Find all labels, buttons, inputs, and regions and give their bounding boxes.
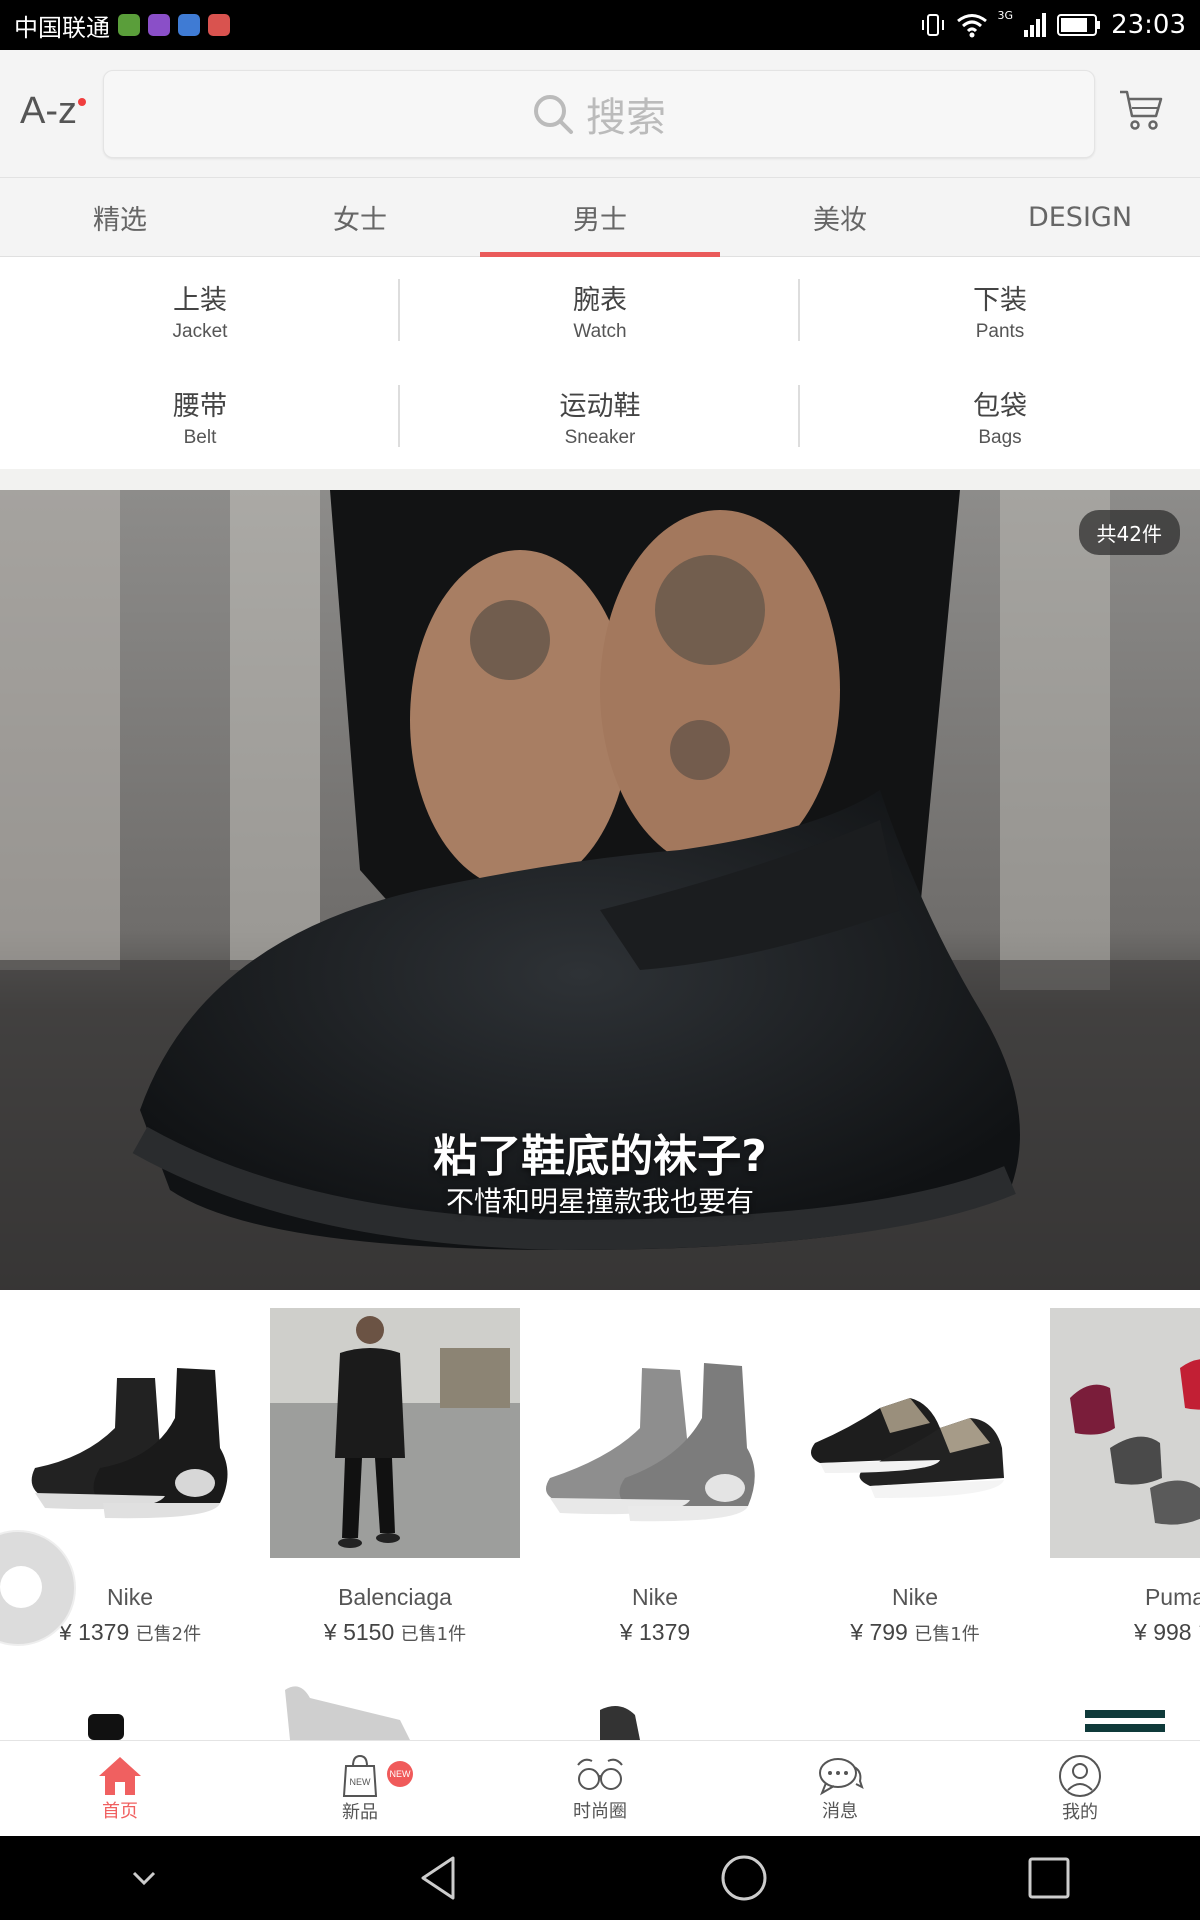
product-card[interactable]: Puma ¥ 998 已: [1050, 1308, 1200, 1646]
category-tabs: 精选 女士 男士 美妆 DESIGN: [0, 178, 1200, 257]
category-belt[interactable]: 腰带 Belt: [0, 363, 400, 469]
tab-beauty[interactable]: 美妆: [720, 178, 960, 256]
new-bag-icon: NEW: [342, 1754, 378, 1797]
category-label-zh: 包袋: [973, 390, 1027, 422]
category-label-zh: 下装: [973, 284, 1027, 316]
wifi-icon: [956, 14, 987, 38]
product-image: [5, 1308, 255, 1558]
product-sold-count: 已售1件: [400, 1624, 467, 1645]
app-header: A-z 搜索: [0, 50, 1200, 178]
network-type-label: 3G: [997, 8, 1014, 22]
cart-icon[interactable]: [1118, 88, 1164, 132]
back-icon[interactable]: [417, 1854, 461, 1902]
search-icon: [534, 95, 573, 134]
product-price: ¥ 1379: [619, 1619, 691, 1645]
banner-subtitle: 不惜和明星撞款我也要有: [445, 1185, 754, 1218]
tab-men[interactable]: 男士: [480, 178, 720, 257]
home-button-icon[interactable]: [719, 1853, 769, 1903]
status-bar: 中国联通 3G 23:03: [0, 0, 1200, 50]
nav-profile[interactable]: 我的: [960, 1741, 1200, 1837]
category-pants[interactable]: 下装 Pants: [800, 257, 1200, 363]
product-brand: Nike: [891, 1584, 938, 1610]
subcategory-grid: 上装 Jacket 腕表 Watch 下装 Pants 腰带 Belt 运动鞋 …: [0, 257, 1200, 469]
new-badge: NEW: [387, 1761, 413, 1787]
tab-featured[interactable]: 精选: [0, 178, 240, 256]
product-price: ¥ 1379: [58, 1619, 130, 1645]
bottom-navigation: 首页 NEW 新品 NEW 时尚圈 消息 我的: [0, 1740, 1200, 1837]
nav-label: 新品: [342, 1802, 378, 1823]
category-label-en: Jacket: [172, 320, 228, 342]
product-card[interactable]: Balenciaga ¥ 5150 已售1件: [270, 1308, 520, 1646]
category-label-zh: 运动鞋: [559, 390, 641, 422]
app-notification-icon: [118, 14, 140, 36]
chat-icon: [819, 1758, 864, 1796]
next-row-preview: [88, 1686, 1165, 1740]
product-image: [790, 1308, 1040, 1558]
product-image: [270, 1308, 520, 1558]
product-price: ¥ 5150: [323, 1619, 395, 1645]
category-jacket[interactable]: 上装 Jacket: [0, 257, 400, 363]
product-carousel: Nike ¥ 1379 已售2件 Balenciaga ¥ 5150 已售1件: [0, 1290, 1200, 1740]
product-price: ¥ 799: [850, 1619, 908, 1645]
search-input[interactable]: 搜索: [103, 70, 1095, 158]
tab-design[interactable]: DESIGN: [960, 178, 1200, 256]
category-label-en: Belt: [183, 426, 217, 448]
nav-fashion-circle[interactable]: 时尚圈: [480, 1741, 720, 1837]
nav-label: 首页: [102, 1801, 138, 1822]
category-bags[interactable]: 包袋 Bags: [800, 363, 1200, 469]
category-label-en: Bags: [978, 426, 1022, 448]
carrier-label: 中国联通: [14, 13, 110, 42]
nav-new-arrivals[interactable]: NEW 新品 NEW: [240, 1741, 480, 1837]
nav-messages[interactable]: 消息: [720, 1741, 960, 1837]
battery-icon: [1057, 14, 1101, 36]
brand-index-button[interactable]: A-z: [20, 90, 77, 133]
signal-icon: [1024, 13, 1047, 37]
gallery-notification-icon: [148, 14, 170, 36]
section-separator: [0, 469, 1200, 490]
tool-notification-icon: [208, 14, 230, 36]
product-price: ¥ 998: [1134, 1619, 1192, 1645]
product-card[interactable]: Nike ¥ 1379: [530, 1308, 780, 1646]
system-navigation-bar: [0, 1836, 1200, 1920]
svg-text:NEW: NEW: [350, 1777, 372, 1787]
glasses-icon: [577, 1758, 623, 1790]
info-notification-icon: [178, 14, 200, 36]
product-sold-count: 已售1件: [914, 1624, 980, 1645]
product-image: [530, 1308, 780, 1558]
category-sneaker[interactable]: 运动鞋 Sneaker: [400, 363, 800, 469]
category-label-en: Pants: [975, 320, 1025, 342]
profile-icon: [1059, 1755, 1101, 1797]
nav-label: 消息: [822, 1801, 858, 1822]
product-image: [1050, 1308, 1200, 1558]
item-count-badge: 共42件: [1078, 510, 1180, 555]
home-icon: [99, 1757, 141, 1795]
nav-home[interactable]: 首页: [0, 1741, 240, 1837]
promo-banner[interactable]: 共42件 粘了鞋底的袜子? 不惜和明星撞款我也要有: [0, 490, 1200, 1290]
recent-apps-icon[interactable]: [1027, 1856, 1071, 1900]
category-label-zh: 腰带: [173, 390, 227, 422]
tab-women[interactable]: 女士: [240, 178, 480, 256]
nav-label: 我的: [1062, 1802, 1098, 1823]
vibrate-icon: [921, 14, 944, 36]
search-placeholder: 搜索: [586, 95, 666, 141]
category-label-en: Watch: [573, 320, 627, 342]
clock-label: 23:03: [1111, 10, 1186, 40]
product-card[interactable]: Nike ¥ 799 已售1件: [790, 1308, 1040, 1646]
category-label-zh: 腕表: [573, 284, 627, 316]
product-brand: Nike: [631, 1584, 678, 1610]
banner-title: 粘了鞋底的袜子?: [433, 1131, 767, 1182]
notification-dot: [78, 98, 86, 106]
chevron-down-icon[interactable]: [129, 1868, 159, 1888]
category-label-en: Sneaker: [564, 426, 636, 448]
product-sold-count: 已售2件: [135, 1624, 202, 1645]
product-brand: Balenciaga: [338, 1584, 452, 1610]
category-watch[interactable]: 腕表 Watch: [400, 257, 800, 363]
product-brand: Puma: [1144, 1584, 1200, 1610]
brand-index-label: A-z: [20, 90, 77, 132]
category-label-zh: 上装: [173, 284, 227, 316]
nav-label: 时尚圈: [573, 1801, 627, 1822]
